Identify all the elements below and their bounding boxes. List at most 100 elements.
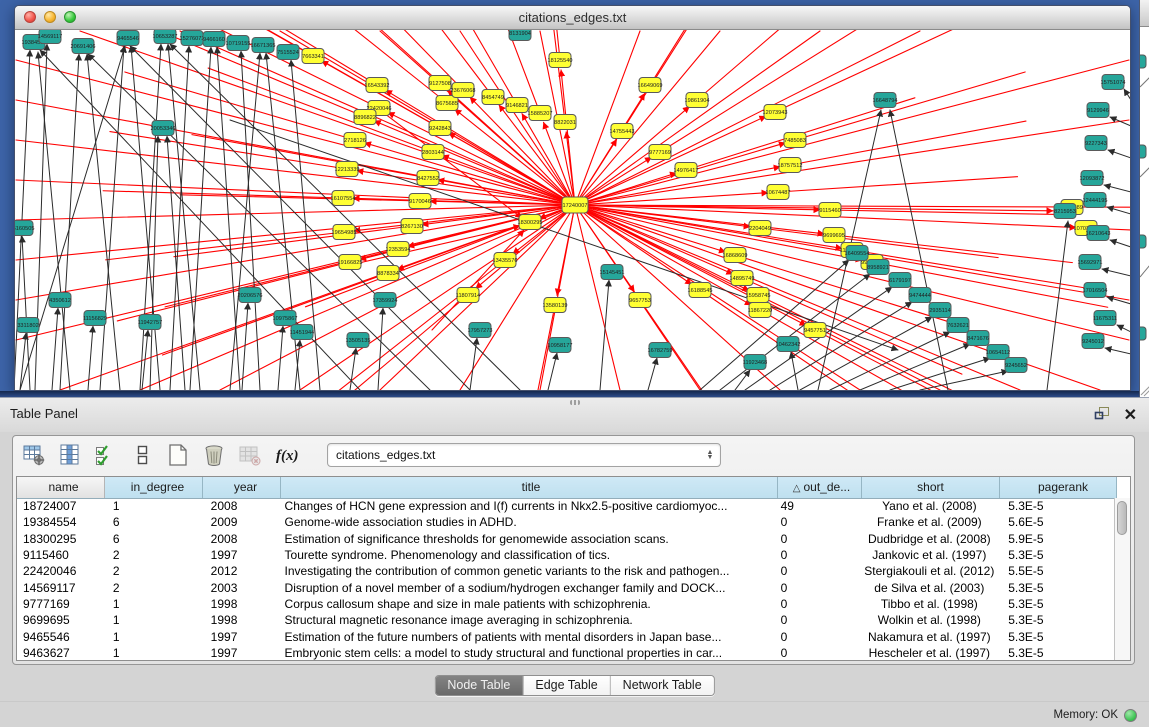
function-builder-icon[interactable]: f(x) (273, 442, 303, 468)
float-panel-icon[interactable] (1094, 406, 1110, 425)
graph-node-label: 8267130 (401, 224, 423, 230)
delete-icon[interactable] (201, 442, 227, 468)
table-cell: Tourette syndrome. Phenomenology and cla… (281, 548, 777, 562)
panel-resize-handle[interactable] (570, 400, 580, 405)
tab-node-table[interactable]: Node Table (435, 676, 523, 695)
table-cell: 5.3E-5 (998, 630, 1115, 644)
table-cell: 9699695 (17, 613, 105, 627)
select-rows-icon[interactable] (93, 442, 119, 468)
table-row[interactable]: 2242004622012Investigating the contribut… (17, 563, 1115, 579)
table-cell: de Silva et al. (2003) (860, 581, 998, 595)
close-panel-icon[interactable]: ✕ (1124, 408, 1137, 424)
table-cell: 2012 (203, 564, 281, 578)
table-cell: 1 (105, 597, 203, 611)
graph-node-label: 19654985 (332, 230, 357, 236)
table-cell: 5.3E-5 (998, 646, 1115, 660)
table-cell: 2008 (203, 532, 281, 546)
new-file-icon[interactable] (165, 442, 191, 468)
graph-node-label: 7632621 (947, 323, 969, 329)
table-cell: 5.3E-5 (998, 613, 1115, 627)
column-header-name[interactable]: name (17, 477, 105, 498)
table-row[interactable]: 1872400712008Changes of HCN gene express… (17, 498, 1115, 514)
network-window-titlebar[interactable]: citations_edges.txt (15, 6, 1130, 30)
table-row[interactable]: 977716911998Corpus callosum shape and si… (17, 596, 1115, 612)
graph-node-label: 16868609 (723, 253, 748, 259)
graph-node-label: 13435576 (493, 258, 518, 264)
table-cell: 18724007 (17, 499, 105, 513)
graph-node-label: 15885207 (528, 111, 553, 117)
table-cell: Estimation of significance thresholds fo… (281, 532, 777, 546)
table-row[interactable]: 969969511998Structural magnetic resonanc… (17, 612, 1115, 628)
graph-node-label: 12444195 (1083, 198, 1108, 204)
table-scrollbar[interactable] (1114, 498, 1130, 660)
table-row[interactable]: 1938455462009Genome-wide association stu… (17, 514, 1115, 530)
sort-ascending-icon: △ (793, 483, 801, 494)
column-header-out_de[interactable]: △out_de... (778, 477, 862, 498)
graph-node-label: 12213339 (335, 167, 360, 173)
table-cell: 5.9E-5 (998, 532, 1115, 546)
graph-node-label: 9127508 (429, 81, 451, 87)
table-row[interactable]: 911546021997Tourette syndrome. Phenomeno… (17, 547, 1115, 563)
table-row[interactable]: 1830029562008Estimation of significance … (17, 531, 1115, 547)
show-columns-icon[interactable] (57, 442, 83, 468)
graph-node-label: 10958177 (548, 343, 573, 349)
table-cell: 1 (105, 630, 203, 644)
table-cell: 14569117 (17, 581, 105, 595)
table-cell: Jankovic et al. (1997) (860, 548, 998, 562)
network-canvas[interactable]: 1830029516543392224200468896822912750886… (15, 30, 1130, 390)
graph-node-label: 11942757 (138, 320, 162, 326)
column-header-short[interactable]: short (862, 477, 1000, 498)
graph-edge (1047, 221, 1068, 390)
graph-node-label: 9242843 (429, 126, 451, 132)
table-cell: 9463627 (17, 646, 105, 660)
graph-node-label: 9657753 (629, 298, 651, 304)
graph-edge (103, 191, 343, 198)
memory-status-label: Memory: OK (1053, 709, 1118, 721)
table-row[interactable]: 946554611997Estimation of the future num… (17, 628, 1115, 644)
graph-edge (1117, 325, 1130, 332)
table-cell: 1998 (203, 613, 281, 627)
table-cell: 0 (777, 613, 861, 627)
close-window-icon[interactable] (24, 11, 36, 23)
graph-node-label: 7515524 (277, 50, 299, 56)
tab-edge-table[interactable]: Edge Table (523, 676, 610, 695)
graph-edge (432, 230, 524, 330)
network-window: citations_edges.txt 18300295165433922242… (14, 5, 1131, 391)
graph-node-label: 2204049 (749, 226, 771, 232)
table-row[interactable]: 946362711997Embryonic stem cells: a mode… (17, 645, 1115, 660)
tab-network-table[interactable]: Network Table (611, 676, 714, 695)
table-cell: 6 (105, 532, 203, 546)
status-bar: Memory: OK (0, 701, 1149, 727)
column-header-year[interactable]: year (203, 477, 281, 498)
table-settings-icon[interactable] (21, 442, 47, 468)
table-cell: 19384554 (17, 515, 105, 529)
graph-node-label: 8454749 (482, 95, 504, 101)
graph-edge (16, 205, 575, 220)
zoom-window-icon[interactable] (64, 11, 76, 23)
graph-node-label: 20206576 (238, 293, 263, 299)
column-header-in_degree[interactable]: in_degree (105, 477, 203, 498)
graph-node-label: 14895749 (730, 276, 755, 282)
graph-edge (230, 120, 898, 350)
table-select-dropdown[interactable]: citations_edges.txt ▲▼ (327, 443, 721, 467)
column-header-title[interactable]: title (281, 477, 778, 498)
table-panel: Table Panel ✕ (0, 397, 1149, 727)
graph-node-label: 8215953 (1054, 209, 1076, 215)
column-header-pagerank[interactable]: pagerank (1000, 477, 1117, 498)
graph-node-label: 15751074 (1101, 80, 1126, 86)
cells-icon[interactable] (129, 442, 155, 468)
graph-node-label: 23676068 (451, 88, 476, 94)
minimize-window-icon[interactable] (44, 11, 56, 23)
graph-node-label: 13505135 (346, 338, 371, 344)
scrollbar-thumb[interactable] (1117, 501, 1127, 535)
graph-node-label: 17016504 (1083, 288, 1108, 294)
graph-node-label: 8471676 (967, 336, 989, 342)
table-cell: 1 (105, 646, 203, 660)
graph-node-label: 4350612 (49, 298, 71, 304)
table-toolbar: f(x) citations_edges.txt ▲▼ (13, 436, 1134, 473)
table-panel-header: Table Panel ✕ (0, 398, 1149, 432)
graph-node-label: 12073943 (763, 110, 788, 116)
table-row[interactable]: 1456911722003Disruption of a novel membe… (17, 579, 1115, 595)
table-select-value: citations_edges.txt (328, 448, 702, 462)
memory-status-icon[interactable] (1124, 709, 1137, 722)
